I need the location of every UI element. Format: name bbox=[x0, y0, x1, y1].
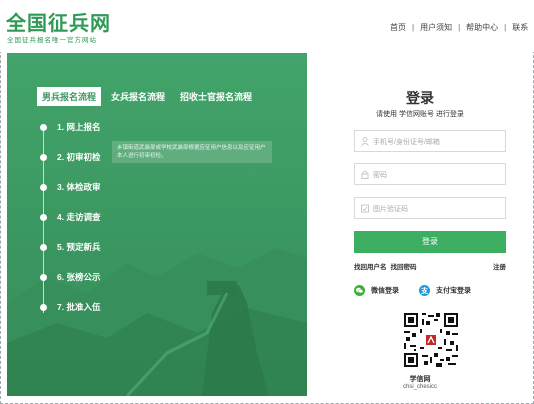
wechat-login-label: 微信登录 bbox=[371, 287, 399, 295]
login-button[interactable]: 登录 bbox=[354, 231, 506, 253]
step-dot bbox=[40, 154, 47, 161]
nav-separator: | bbox=[412, 23, 415, 32]
nav-help-center[interactable]: 帮助中心 bbox=[466, 22, 498, 33]
alipay-login[interactable]: 支支付宝登录 bbox=[419, 285, 471, 296]
step-label: 5. 预定新兵 bbox=[57, 242, 101, 252]
alipay-icon: 支 bbox=[419, 285, 430, 296]
captcha-placeholder: 图片验证码 bbox=[373, 206, 408, 213]
qr-account-name: chsi_chesicc bbox=[402, 384, 437, 390]
wechat-icon bbox=[354, 285, 365, 296]
nav-user-notice[interactable]: 用户须知 bbox=[420, 22, 452, 33]
login-panel: 登录 请使用 学信网账号 进行登录 手机号/身份证号/邮箱 密码 图片验证码 登… bbox=[307, 53, 533, 396]
account-links: 找回用户名 找回密码 注册 bbox=[354, 261, 506, 271]
tab-nco-process[interactable]: 招收士官报名流程 bbox=[175, 87, 257, 106]
site-header: 全国征兵网 全国征兵报名唯一官方网站 首页 | 用户须知 | 帮助中心 | 联系 bbox=[0, 0, 534, 52]
step-dot bbox=[40, 244, 47, 251]
step-label: 7. 批准入伍 bbox=[57, 302, 101, 312]
wechat-login[interactable]: 微信登录 bbox=[354, 285, 399, 296]
step-tooltip: 乡镇街道武装部或学校武装部根据应征用户信息以及应征用户本人进行初审初检。 bbox=[112, 141, 272, 163]
find-password-link[interactable]: 找回密码 bbox=[391, 264, 417, 271]
captcha-icon bbox=[361, 204, 369, 213]
step-label: 6. 张榜公示 bbox=[57, 272, 101, 282]
step-label: 2. 初审初检 bbox=[57, 152, 101, 162]
tab-female-process[interactable]: 女兵报名流程 bbox=[106, 87, 170, 106]
top-nav: 首页 | 用户须知 | 帮助中心 | 联系 bbox=[390, 22, 528, 33]
step-label: 3. 体检政审 bbox=[57, 182, 101, 192]
step-dot bbox=[40, 274, 47, 281]
process-tabs: 男兵报名流程 女兵报名流程 招收士官报名流程 bbox=[37, 87, 262, 106]
captcha-field[interactable]: 图片验证码 bbox=[354, 197, 506, 219]
find-username-link[interactable]: 找回用户名 bbox=[354, 264, 387, 271]
step-label: 1. 网上报名 bbox=[57, 122, 101, 132]
password-field[interactable]: 密码 bbox=[354, 163, 506, 185]
lock-icon bbox=[361, 170, 369, 179]
username-field[interactable]: 手机号/身份证号/邮箱 bbox=[354, 130, 506, 152]
step-dot bbox=[40, 124, 47, 131]
login-title: 登录 bbox=[406, 90, 434, 106]
username-placeholder: 手机号/身份证号/邮箱 bbox=[373, 139, 440, 146]
tab-male-process[interactable]: 男兵报名流程 bbox=[37, 87, 102, 106]
user-icon bbox=[361, 137, 369, 146]
step-dot bbox=[40, 184, 47, 191]
step-dot bbox=[40, 304, 47, 311]
login-subtitle: 请使用 学信网账号 进行登录 bbox=[376, 111, 464, 118]
register-link[interactable]: 注册 bbox=[493, 261, 506, 271]
svg-text:支: 支 bbox=[420, 286, 429, 295]
password-placeholder: 密码 bbox=[373, 172, 387, 179]
nav-separator: | bbox=[458, 23, 461, 32]
nav-separator: | bbox=[504, 23, 507, 32]
site-tagline: 全国征兵报名唯一官方网站 bbox=[7, 37, 97, 44]
qr-code-image bbox=[402, 311, 460, 369]
process-panel: 男兵报名流程 女兵报名流程 招收士官报名流程 1. 网上报名 2. 初审初检 3. … bbox=[7, 53, 307, 396]
step-dot bbox=[40, 214, 47, 221]
site-logo[interactable]: 全国征兵网 bbox=[6, 7, 111, 36]
nav-contact[interactable]: 联系 bbox=[512, 22, 528, 33]
alipay-login-label: 支付宝登录 bbox=[436, 287, 471, 295]
nav-home[interactable]: 首页 bbox=[390, 22, 406, 33]
qr-label: 学信网 bbox=[409, 376, 431, 383]
step-label: 4. 走访调查 bbox=[57, 212, 101, 222]
